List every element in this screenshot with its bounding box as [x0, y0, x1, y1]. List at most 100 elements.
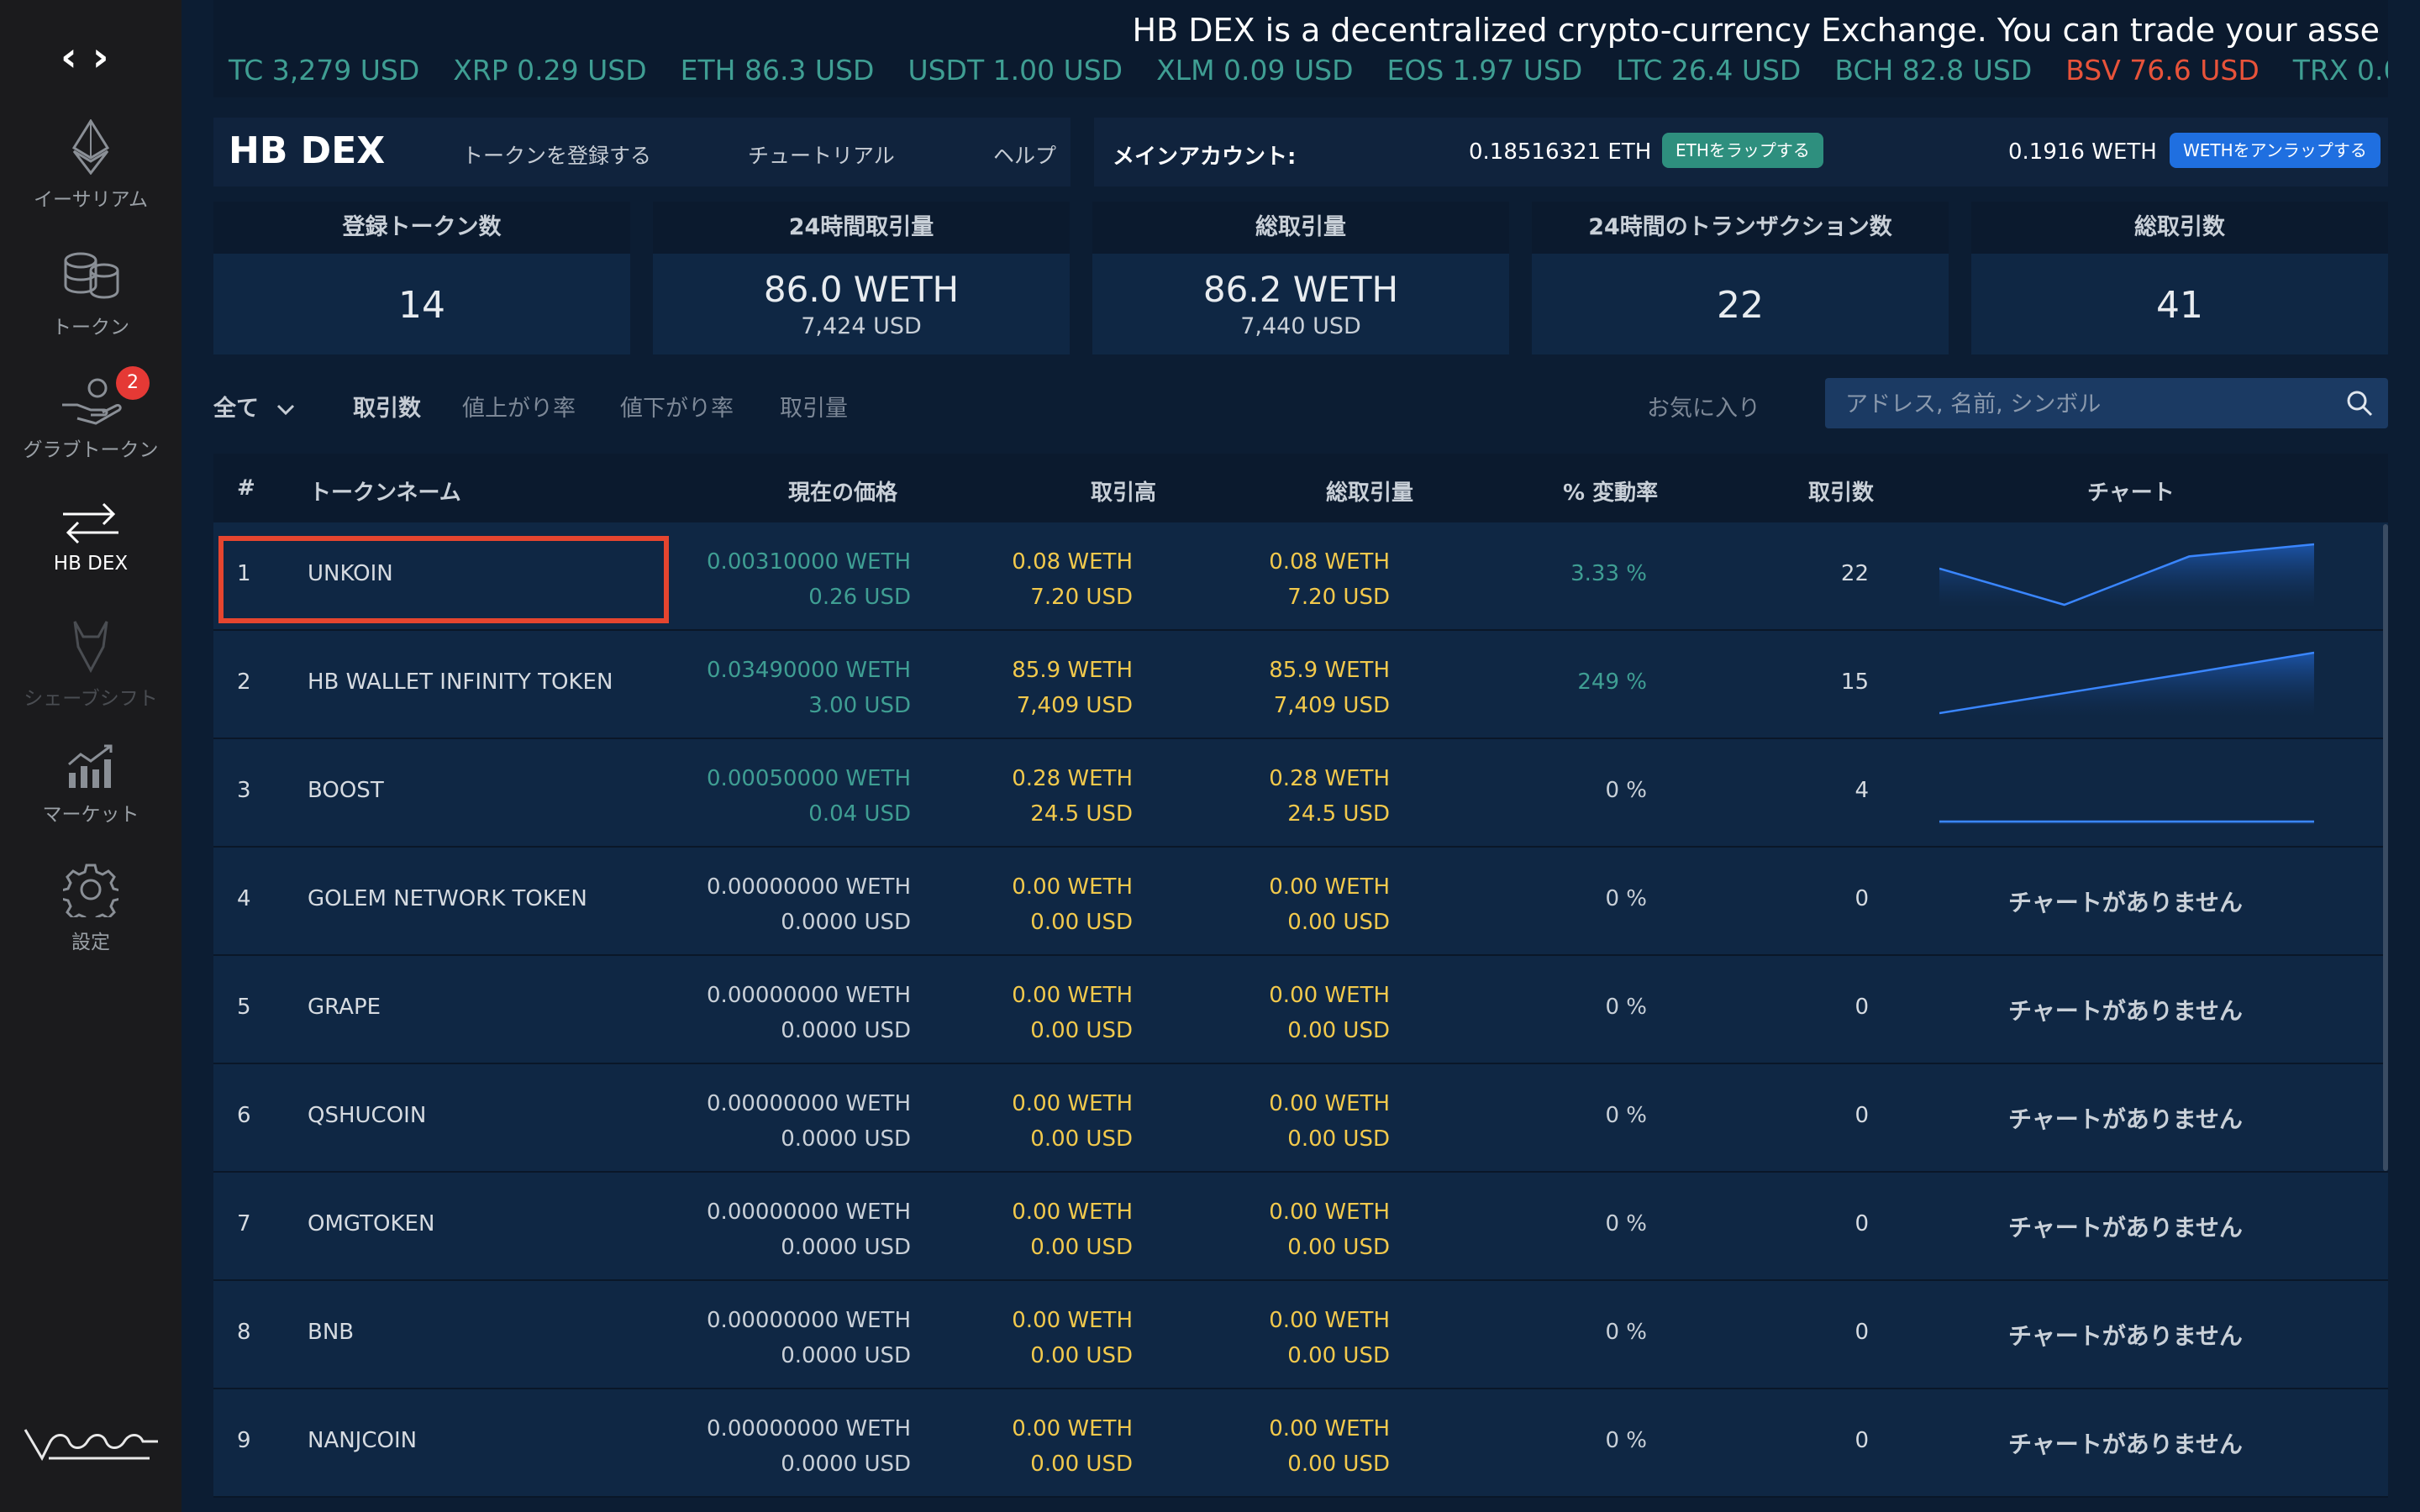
col-current-price[interactable]: 現在の価格 [788, 475, 897, 507]
col-change-rate[interactable]: % 変動率 [1563, 475, 1658, 507]
trade-volume: 0.00 WETH 0.00 USD [919, 978, 1133, 1048]
token-name[interactable]: BOOST [308, 778, 384, 803]
token-name[interactable]: GRAPE [308, 995, 381, 1020]
ethereum-icon [72, 119, 109, 175]
sidebar-item-shapeshift[interactable]: シェーブシフト [0, 618, 182, 711]
filter-all-label: 全て [213, 396, 259, 422]
dex-header: HB DEX トークンを登録する チュートリアル ヘルプ [213, 118, 1071, 186]
col-chart: チャート [2087, 480, 2175, 506]
change-rate: 0 % [1605, 1428, 1647, 1453]
token-name[interactable]: QSHUCOIN [308, 1103, 426, 1128]
table-row[interactable]: 4 GOLEM NETWORK TOKEN 0.00000000 WETH 0.000… [213, 848, 2388, 956]
tab-gainers[interactable]: 値上がり率 [462, 390, 576, 423]
token-name[interactable]: BNB [308, 1320, 354, 1345]
table-row[interactable]: 2 HB WALLET INFINITY TOKEN 0.03490000 WETH… [213, 631, 2388, 739]
ticker-price: XLM 0.09 USD [1156, 54, 1354, 87]
tutorial-link[interactable]: チュートリアル [748, 139, 895, 170]
coins-icon [64, 252, 119, 299]
forward-arrow-icon[interactable]: › [92, 37, 109, 77]
notification-badge: 2 [116, 366, 150, 400]
hb-wallet-logo-icon [24, 1429, 158, 1462]
sidebar-item-market[interactable]: マーケット [0, 743, 182, 827]
table-scrollbar[interactable] [2383, 524, 2388, 1171]
col-trade-count[interactable]: 取引数 [1808, 475, 1874, 507]
sidebar-item-ethereum[interactable]: イーサリアム [0, 119, 182, 212]
filter-bar: 全て 取引数 値上がり率 値下がり率 取引量 お気に入り [213, 378, 2388, 428]
sidebar-item-grab-token[interactable]: 2 グラブトークン [0, 366, 182, 462]
col-token-name[interactable]: トークンネーム [309, 475, 461, 507]
market-chart-icon [68, 744, 113, 788]
volume-weth: 0.08 WETH [1012, 549, 1133, 575]
table-row[interactable]: 3 BOOST 0.00050000 WETH 0.04 USD 0.28 WETH 24… [213, 739, 2388, 848]
sparkline-chart [1939, 820, 2314, 825]
token-table: # トークンネーム 現在の価格 取引高 総取引量 % 変動率 取引数 チャート … [213, 454, 2388, 1498]
price-weth: 0.00000000 WETH [707, 1091, 911, 1116]
total-volume: 0.00 WETH 0.00 USD [1176, 978, 1390, 1048]
table-row[interactable]: 6 QSHUCOIN 0.00000000 WETH 0.0000 USD 0.00 W… [213, 1064, 2388, 1173]
sidebar-item-label: シェーブシフト [24, 688, 158, 710]
col-trade-volume[interactable]: 取引高 [1091, 475, 1156, 507]
col-index: # [237, 475, 255, 501]
sidebar-item-tokens[interactable]: トークン [0, 249, 182, 339]
trade-count: 0 [1854, 1103, 1869, 1128]
token-name[interactable]: GOLEM NETWORK TOKEN [308, 886, 587, 911]
row-index: 9 [237, 1428, 251, 1453]
filter-all-dropdown[interactable]: 全て [213, 390, 295, 423]
stat-value: 22 [1717, 284, 1764, 327]
search-input[interactable] [1844, 386, 2334, 422]
total-usd: 7,409 USD [1273, 693, 1390, 718]
wrap-eth-button[interactable]: ETHをラップする [1662, 133, 1823, 168]
tab-losers[interactable]: 値下がり率 [620, 390, 734, 423]
stat-value: 41 [2156, 284, 2203, 327]
volume-weth: 0.00 WETH [1012, 874, 1133, 900]
total-weth: 0.28 WETH [1269, 766, 1390, 791]
tab-trade-count[interactable]: 取引数 [353, 390, 421, 423]
sidebar-item-label: マーケット [42, 804, 139, 826]
volume-weth: 85.9 WETH [1012, 658, 1133, 683]
help-link[interactable]: ヘルプ [993, 139, 1056, 170]
total-weth: 0.00 WETH [1269, 983, 1390, 1008]
no-chart-label: チャートがありません [2008, 1105, 2243, 1133]
favorites-filter[interactable]: お気に入り [1647, 390, 1760, 423]
token-name[interactable]: HB WALLET INFINITY TOKEN [308, 669, 613, 695]
ticker-price: TC 3,279 USD [229, 54, 420, 87]
register-token-link[interactable]: トークンを登録する [462, 139, 651, 170]
total-weth: 0.00 WETH [1269, 874, 1390, 900]
sidebar-item-settings[interactable]: 設定 [0, 862, 182, 954]
weth-balance: 0.1916 WETH [2008, 139, 2157, 165]
sidebar-item-label: グラブトークン [23, 439, 159, 461]
total-volume: 0.00 WETH 0.00 USD [1176, 1086, 1390, 1157]
table-row[interactable]: 7 OMGTOKEN 0.00000000 WETH 0.0000 USD 0.00 W… [213, 1173, 2388, 1281]
ticker-price: USDT 1.00 USD [908, 54, 1123, 87]
price-ticker: HB DEX is a decentralized crypto-currenc… [213, 0, 2388, 97]
trade-count: 0 [1854, 1428, 1869, 1453]
table-row[interactable]: 5 GRAPE 0.00000000 WETH 0.0000 USD 0.00 WETH… [213, 956, 2388, 1064]
token-name[interactable]: NANJCOIN [308, 1428, 417, 1453]
table-row[interactable]: 9 NANJCOIN 0.00000000 WETH 0.0000 USD 0.00 W… [213, 1389, 2388, 1498]
ticker-price: XRP 0.29 USD [453, 54, 647, 87]
no-chart-label: チャートがありません [2008, 1431, 2243, 1458]
total-weth: 0.08 WETH [1269, 549, 1390, 575]
stat-value: 86.0 WETH [763, 269, 960, 310]
price-usd: 0.04 USD [808, 801, 911, 827]
table-row[interactable]: 8 BNB 0.00000000 WETH 0.0000 USD 0.00 WETH 0.… [213, 1281, 2388, 1389]
stat-caption: 登録トークン数 [213, 202, 630, 254]
tab-volume[interactable]: 取引量 [780, 390, 848, 423]
sidebar-item-hb-dex[interactable]: HB DEX [0, 502, 182, 575]
col-total-volume[interactable]: 総取引量 [1326, 475, 1413, 507]
token-name[interactable]: OMGTOKEN [308, 1211, 434, 1236]
total-volume: 0.08 WETH 7.20 USD [1176, 544, 1390, 615]
trade-count: 22 [1840, 561, 1869, 586]
unwrap-weth-button[interactable]: WETHをアンラップする [2170, 133, 2381, 168]
total-volume: 0.00 WETH 0.00 USD [1176, 1303, 1390, 1373]
eth-balance: 0.18516321 ETH [1469, 139, 1652, 165]
row-index: 2 [237, 669, 251, 695]
stat-card-24h-volume: 24時間取引量 86.0 WETH 7,424 USD [653, 202, 1070, 354]
table-row[interactable]: 1 UNKOIN 0.00310000 WETH 0.26 USD 0.08 WETH 7… [213, 522, 2388, 631]
stat-card-24h-transactions: 24時間のトランザクション数 22 [1532, 202, 1949, 354]
back-arrow-icon[interactable]: ‹ [60, 37, 77, 77]
volume-weth: 0.00 WETH [1012, 1308, 1133, 1333]
total-volume: 0.00 WETH 0.00 USD [1176, 869, 1390, 940]
search-icon[interactable] [2346, 390, 2373, 417]
total-weth: 85.9 WETH [1269, 658, 1390, 683]
